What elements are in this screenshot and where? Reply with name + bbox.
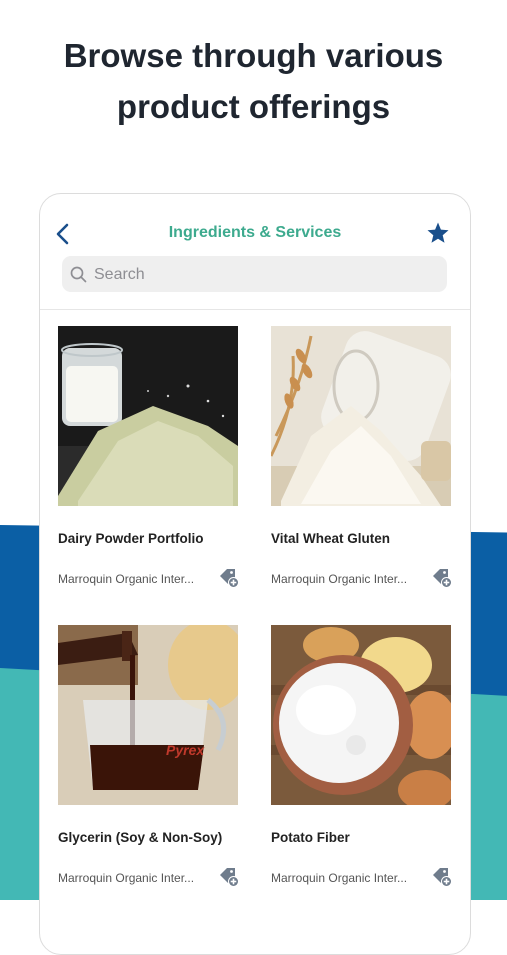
svg-text:Pyrex: Pyrex	[166, 742, 205, 758]
tag-add-icon[interactable]	[431, 866, 453, 888]
navigation-bar: Ingredients & Services	[40, 194, 470, 310]
product-card[interactable]: Pyrex Glycerin (Soy & Non-Soy) Marroquin…	[58, 625, 239, 887]
headline: Browse through various product offerings	[0, 30, 507, 132]
product-name[interactable]: Vital Wheat Gluten	[271, 531, 470, 546]
search-bar[interactable]	[62, 256, 447, 294]
product-name[interactable]: Dairy Powder Portfolio	[58, 531, 258, 546]
star-icon[interactable]	[426, 221, 450, 245]
product-image-potato-fiber[interactable]	[271, 625, 451, 805]
tag-add-icon[interactable]	[218, 866, 240, 888]
product-vendor: Marroquin Organic Inter...	[271, 572, 408, 586]
tag-add-icon[interactable]	[431, 567, 453, 589]
headline-line-2: product offerings	[116, 88, 391, 125]
page-title: Ingredients & Services	[168, 224, 342, 241]
headline-line-1: Browse through various	[63, 37, 444, 74]
tag-add-icon[interactable]	[218, 567, 240, 589]
product-image-wheat-gluten[interactable]	[271, 326, 451, 506]
product-card[interactable]: Dairy Powder Portfolio Marroquin Organic…	[58, 326, 239, 588]
product-card[interactable]: Vital Wheat Gluten Marroquin Organic Int…	[271, 326, 452, 588]
product-image-glycerin[interactable]: Pyrex	[58, 625, 238, 805]
product-vendor: Marroquin Organic Inter...	[58, 871, 195, 885]
product-vendor: Marroquin Organic Inter...	[58, 572, 195, 586]
search-icon	[70, 266, 87, 283]
product-name[interactable]: Glycerin (Soy & Non-Soy)	[58, 830, 258, 845]
product-image-dairy-powder[interactable]	[58, 326, 238, 506]
phone-frame: Ingredients & Services Search Dairy Powd…	[39, 193, 471, 955]
product-vendor: Marroquin Organic Inter...	[271, 871, 408, 885]
search-input[interactable]	[92, 256, 436, 294]
product-name[interactable]: Potato Fiber	[271, 830, 470, 845]
product-card[interactable]: Potato Fiber Marroquin Organic Inter...	[271, 625, 452, 887]
